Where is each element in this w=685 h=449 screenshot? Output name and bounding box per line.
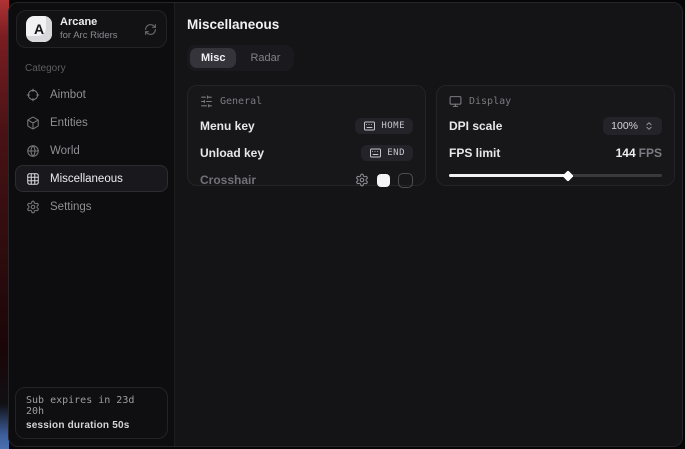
- sidebar-item-label: World: [50, 145, 80, 157]
- keyboard-icon: [369, 148, 382, 158]
- globe-icon: [26, 144, 40, 158]
- tab-misc[interactable]: Misc: [190, 48, 236, 68]
- brand-card: A Arcane for Arc Riders: [16, 10, 167, 48]
- gear-icon: [26, 200, 40, 214]
- sidebar: A Arcane for Arc Riders Category Aimbot: [9, 3, 175, 446]
- app-window: A Arcane for Arc Riders Category Aimbot: [8, 2, 683, 447]
- menu-key-row: Menu key HOME: [200, 117, 413, 135]
- session-duration-text: session duration 50s: [26, 420, 157, 431]
- sidebar-item-label: Miscellaneous: [50, 173, 123, 185]
- grid-icon: [26, 172, 40, 186]
- sub-expiry-text: Sub expires in 23d 20h: [26, 395, 157, 417]
- fps-slider-fill: [449, 174, 568, 177]
- sliders-icon: [200, 95, 213, 108]
- sidebar-item-aimbot[interactable]: Aimbot: [15, 81, 168, 108]
- app-subtitle: for Arc Riders: [60, 30, 118, 42]
- fps-slider[interactable]: [449, 171, 662, 180]
- dpi-scale-label: DPI scale: [449, 119, 502, 133]
- main-content: Miscellaneous Misc Radar General Menu ke…: [175, 3, 683, 446]
- fps-unit: FPS: [639, 146, 662, 160]
- dpi-scale-select[interactable]: 100%: [603, 117, 662, 135]
- fps-limit-value: 144FPS: [616, 146, 662, 160]
- refresh-icon[interactable]: [144, 23, 157, 36]
- crosshair-checkbox[interactable]: [398, 173, 413, 188]
- fps-limit-row: FPS limit 144FPS: [449, 144, 662, 162]
- sidebar-item-label: Entities: [50, 117, 88, 129]
- general-card-title: General: [220, 96, 262, 107]
- keyboard-icon: [363, 121, 376, 131]
- chevrons-up-down-icon: [644, 121, 654, 131]
- dpi-scale-row: DPI scale 100%: [449, 117, 662, 135]
- sidebar-item-settings[interactable]: Settings: [15, 193, 168, 220]
- display-card: Display DPI scale 100% FPS limit 144FPS: [436, 85, 675, 186]
- sidebar-item-entities[interactable]: Entities: [15, 109, 168, 136]
- general-card: General Menu key HOME Unload key: [187, 85, 426, 186]
- unload-key-label: Unload key: [200, 146, 264, 160]
- category-label: Category: [25, 63, 174, 74]
- fps-slider-thumb[interactable]: [563, 170, 574, 181]
- menu-key-value: HOME: [381, 121, 405, 131]
- subscription-info-card: Sub expires in 23d 20h session duration …: [15, 387, 168, 439]
- crosshair-controls: [355, 173, 413, 188]
- menu-key-bind-button[interactable]: HOME: [355, 118, 413, 134]
- sidebar-nav: Aimbot Entities World Miscellaneous: [9, 81, 174, 220]
- tab-radar[interactable]: Radar: [239, 48, 291, 68]
- page-title: Miscellaneous: [187, 17, 675, 32]
- monitor-icon: [449, 95, 462, 108]
- display-card-header: Display: [449, 95, 662, 108]
- sidebar-item-label: Aimbot: [50, 89, 86, 101]
- general-card-header: General: [200, 95, 413, 108]
- crosshair-row: Crosshair: [200, 171, 413, 189]
- cards-row: General Menu key HOME Unload key: [187, 85, 675, 186]
- app-logo: A: [26, 16, 52, 42]
- fps-limit-label: FPS limit: [449, 146, 500, 160]
- dpi-scale-value: 100%: [611, 120, 638, 132]
- crosshair-label: Crosshair: [200, 173, 256, 187]
- unload-key-bind-button[interactable]: END: [361, 145, 413, 161]
- sidebar-item-label: Settings: [50, 201, 92, 213]
- unload-key-row: Unload key END: [200, 144, 413, 162]
- crosshair-icon: [26, 88, 40, 102]
- unload-key-value: END: [387, 148, 405, 158]
- app-name: Arcane: [60, 16, 118, 30]
- display-card-title: Display: [469, 96, 511, 107]
- box-icon: [26, 116, 40, 130]
- tab-bar: Misc Radar: [187, 45, 294, 71]
- sidebar-item-miscellaneous[interactable]: Miscellaneous: [15, 165, 168, 192]
- sidebar-item-world[interactable]: World: [15, 137, 168, 164]
- brand-text: Arcane for Arc Riders: [60, 16, 118, 42]
- crosshair-color-swatch[interactable]: [377, 174, 390, 187]
- crosshair-settings-gear-icon[interactable]: [355, 173, 369, 187]
- menu-key-label: Menu key: [200, 119, 255, 133]
